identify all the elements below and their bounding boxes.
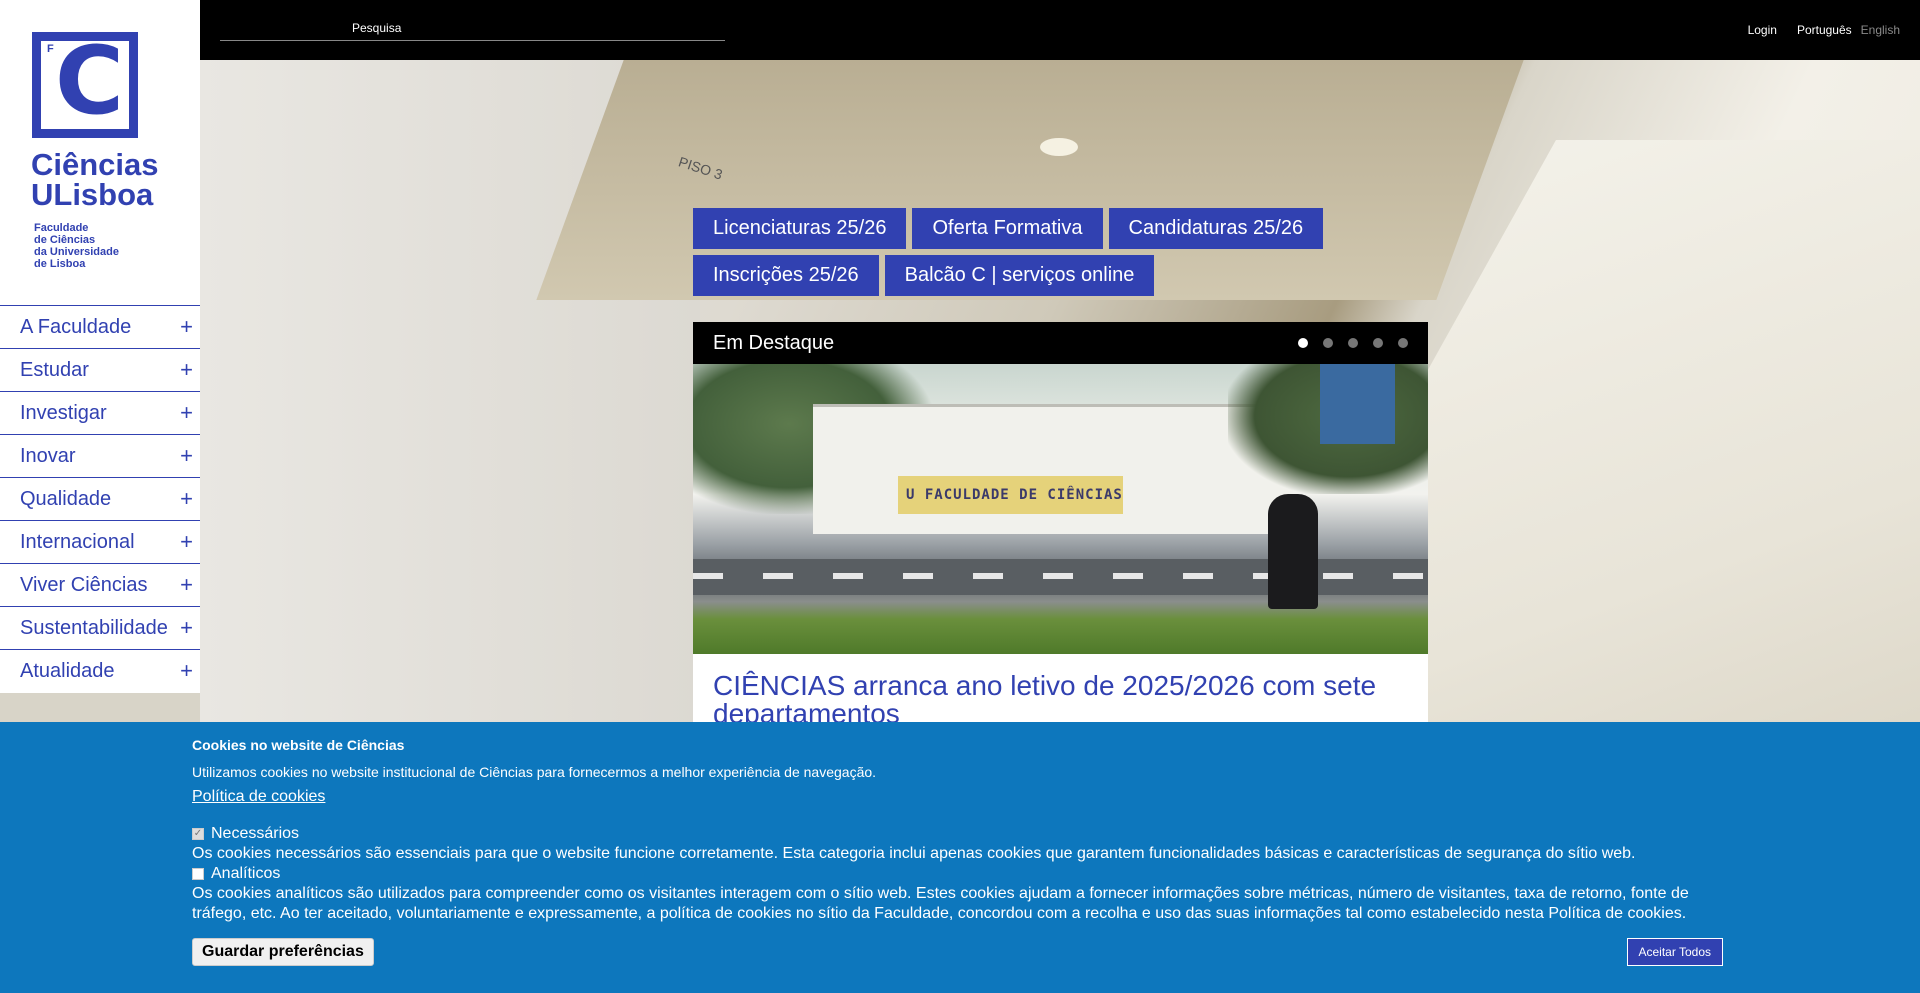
image-building bbox=[813, 404, 1293, 534]
quick-link-licenciaturas[interactable]: Licenciaturas 25/26 bbox=[693, 208, 907, 249]
menu-item-label: Sustentabilidade bbox=[20, 616, 168, 639]
menu-item-label: Atualidade bbox=[20, 659, 115, 682]
menu-item-label: Internacional bbox=[20, 530, 135, 553]
featured-header: Em Destaque bbox=[693, 322, 1428, 364]
logo-name-line2: ULisboa bbox=[31, 177, 154, 212]
expand-icon[interactable]: + bbox=[180, 574, 193, 596]
menu-item-qualidade[interactable]: Qualidade + bbox=[0, 477, 200, 520]
logo-mark[interactable]: F C bbox=[32, 27, 138, 138]
menu-item-label: Qualidade bbox=[20, 487, 112, 510]
carousel-dots bbox=[1298, 338, 1408, 348]
logo-small-letter: F bbox=[47, 43, 54, 55]
menu-item-a-faculdade[interactable]: A Faculdade + bbox=[0, 305, 200, 348]
expand-icon[interactable]: + bbox=[180, 316, 193, 338]
carousel-dot-2[interactable] bbox=[1323, 338, 1333, 348]
expand-icon[interactable]: + bbox=[180, 617, 193, 639]
quick-link-inscricoes[interactable]: Inscrições 25/26 bbox=[693, 255, 879, 296]
language-switcher: Português English bbox=[1797, 23, 1900, 37]
logo-sub-line4: de Lisboa bbox=[34, 258, 86, 270]
necessary-description: Os cookies necessários são essenciais pa… bbox=[192, 845, 1636, 862]
cookie-buttons: Guardar preferências Aceitar Todos bbox=[192, 938, 1723, 966]
analytics-description: Os cookies analíticos são utilizados par… bbox=[192, 885, 1689, 922]
expand-icon[interactable]: + bbox=[180, 359, 193, 381]
menu-item-internacional[interactable]: Internacional + bbox=[0, 520, 200, 563]
quick-links-row: Licenciaturas 25/26 Oferta Formativa Can… bbox=[693, 208, 1393, 249]
sidebar: F C Ciências ULisboa Faculdade de Ciênci… bbox=[0, 0, 200, 693]
cookie-policy-link[interactable]: Política de cookies bbox=[192, 788, 325, 806]
accept-all-button[interactable]: Aceitar Todos bbox=[1626, 938, 1723, 966]
carousel-dot-3[interactable] bbox=[1348, 338, 1358, 348]
menu-item-estudar[interactable]: Estudar + bbox=[0, 348, 200, 391]
menu-item-viver-ciencias[interactable]: Viver Ciências + bbox=[0, 563, 200, 606]
menu-item-label: Estudar bbox=[20, 358, 89, 381]
expand-icon[interactable]: + bbox=[180, 531, 193, 553]
image-poster bbox=[1320, 364, 1395, 444]
top-navigation: Login Português English bbox=[1748, 23, 1900, 37]
language-pt-link[interactable]: Português bbox=[1797, 23, 1852, 37]
cookie-intro: Utilizamos cookies no website institucio… bbox=[192, 764, 877, 780]
featured-heading: Em Destaque bbox=[713, 331, 835, 354]
logo-name[interactable]: Ciências ULisboa bbox=[31, 147, 159, 212]
cookie-banner: Cookies no website de Ciências Utilizamo… bbox=[0, 722, 1920, 993]
logo-sub-line1: Faculdade bbox=[34, 222, 89, 234]
search-input[interactable]: Pesquisa bbox=[220, 18, 725, 41]
logo-big-letter: C bbox=[55, 27, 124, 136]
menu-item-label: Investigar bbox=[20, 401, 107, 424]
carousel-dot-1[interactable] bbox=[1298, 338, 1308, 348]
carousel-dot-5[interactable] bbox=[1398, 338, 1408, 348]
menu-item-label: Viver Ciências bbox=[20, 573, 148, 596]
image-faculty-sign: U FACULDADE DE CIÊNCIAS bbox=[898, 476, 1123, 514]
quick-links: Licenciaturas 25/26 Oferta Formativa Can… bbox=[693, 208, 1393, 302]
top-bar: Pesquisa Login Português English bbox=[200, 0, 1920, 60]
main-menu: A Faculdade + Estudar + Investigar + Ino… bbox=[0, 305, 200, 692]
logo-sub-line2: de Ciências bbox=[34, 234, 96, 246]
analytics-label: Analíticos bbox=[211, 865, 281, 882]
featured-image[interactable]: U FACULDADE DE CIÊNCIAS bbox=[693, 364, 1428, 654]
cookie-title: Cookies no website de Ciências bbox=[192, 737, 405, 753]
logo-name-line1: Ciências bbox=[31, 147, 159, 182]
necessary-checkbox: ✓ bbox=[192, 828, 204, 840]
image-people bbox=[1268, 494, 1318, 609]
quick-link-candidaturas[interactable]: Candidaturas 25/26 bbox=[1108, 208, 1324, 249]
cookie-option-necessary: ✓ Necessários bbox=[192, 824, 1728, 844]
background-lamp bbox=[1040, 138, 1078, 156]
search-placeholder: Pesquisa bbox=[352, 21, 402, 35]
logo-sub-line3: da Universidade bbox=[34, 246, 119, 258]
menu-item-sustentabilidade[interactable]: Sustentabilidade + bbox=[0, 606, 200, 649]
cookie-option-analytics: Analíticos bbox=[192, 864, 1728, 884]
expand-icon[interactable]: + bbox=[180, 488, 193, 510]
necessary-label: Necessários bbox=[211, 825, 300, 842]
menu-item-label: Inovar bbox=[20, 444, 76, 467]
carousel-dot-4[interactable] bbox=[1373, 338, 1383, 348]
expand-icon[interactable]: + bbox=[180, 402, 193, 424]
featured-carousel: Em Destaque U FACULDADE DE CIÊNCIAS CIÊN… bbox=[693, 322, 1428, 728]
analytics-checkbox[interactable] bbox=[192, 868, 204, 880]
cookie-options: ✓ Necessários Os cookies necessários são… bbox=[192, 824, 1728, 924]
quick-link-oferta-formativa[interactable]: Oferta Formativa bbox=[912, 208, 1103, 249]
expand-icon[interactable]: + bbox=[180, 445, 193, 467]
language-en-link[interactable]: English bbox=[1861, 23, 1900, 37]
menu-item-atualidade[interactable]: Atualidade + bbox=[0, 649, 200, 692]
quick-link-balcao-c[interactable]: Balcão C | serviços online bbox=[884, 255, 1155, 296]
menu-item-inovar[interactable]: Inovar + bbox=[0, 434, 200, 477]
save-preferences-button[interactable]: Guardar preferências bbox=[192, 938, 374, 966]
menu-item-label: A Faculdade bbox=[20, 315, 132, 338]
login-link[interactable]: Login bbox=[1748, 23, 1777, 37]
expand-icon[interactable]: + bbox=[180, 660, 193, 682]
quick-links-row: Inscrições 25/26 Balcão C | serviços onl… bbox=[693, 255, 1393, 296]
menu-item-investigar[interactable]: Investigar + bbox=[0, 391, 200, 434]
logo-subtitle: Faculdade de Ciências da Universidade de… bbox=[34, 222, 119, 270]
